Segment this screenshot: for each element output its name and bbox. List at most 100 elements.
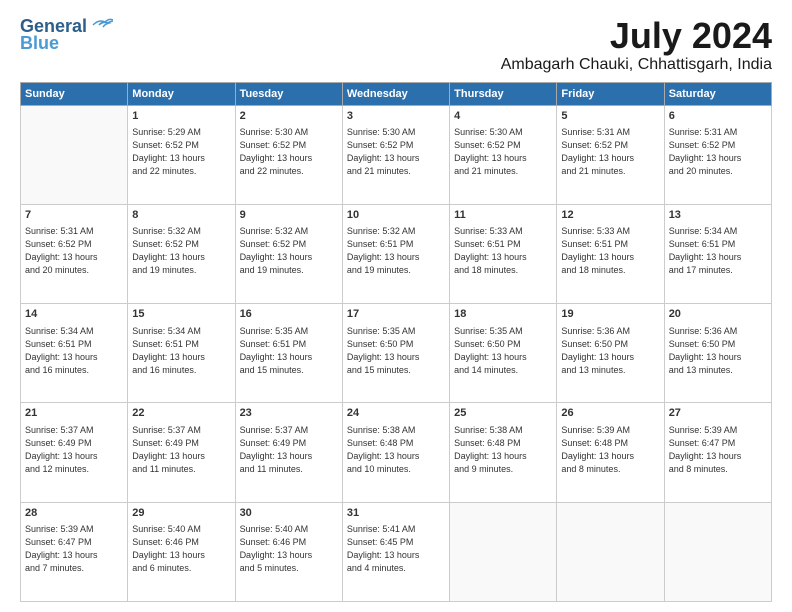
day-header-tuesday: Tuesday bbox=[235, 82, 342, 105]
day-number: 8 bbox=[132, 208, 230, 223]
day-number: 7 bbox=[25, 208, 123, 223]
calendar-cell: 2 Sunrise: 5:30 AM Sunset: 6:52 PM Daylig… bbox=[235, 105, 342, 204]
calendar-cell: 19Sunrise: 5:36 AM Sunset: 6:50 PM Dayli… bbox=[557, 304, 664, 403]
day-info: Sunrise: 5:34 AM Sunset: 6:51 PM Dayligh… bbox=[669, 225, 767, 277]
calendar-cell bbox=[21, 105, 128, 204]
calendar-cell bbox=[557, 502, 664, 601]
calendar-cell: 24 Sunrise: 5:38 AM Sunset: 6:48 PM Dayli… bbox=[342, 403, 449, 502]
day-info: Sunrise: 5:36 AM Sunset: 6:50 PM Dayligh… bbox=[561, 325, 659, 377]
day-number: 28 bbox=[25, 506, 123, 521]
calendar-cell: 12 Sunrise: 5:33 AM Sunset: 6:51 PM Dayli… bbox=[557, 204, 664, 303]
calendar-cell: 11Sunrise: 5:33 AM Sunset: 6:51 PM Dayli… bbox=[450, 204, 557, 303]
day-number: 27 bbox=[669, 406, 767, 421]
day-info: Sunrise: 5:32 AM Sunset: 6:51 PM Dayligh… bbox=[347, 225, 445, 277]
day-info: Sunrise: 5:36 AM Sunset: 6:50 PM Dayligh… bbox=[669, 325, 767, 377]
day-header-wednesday: Wednesday bbox=[342, 82, 449, 105]
day-info: Sunrise: 5:31 AM Sunset: 6:52 PM Dayligh… bbox=[669, 126, 767, 178]
calendar-cell: 27Sunrise: 5:39 AM Sunset: 6:47 PM Dayli… bbox=[664, 403, 771, 502]
day-info: Sunrise: 5:39 AM Sunset: 6:47 PM Dayligh… bbox=[25, 523, 123, 575]
day-number: 10 bbox=[347, 208, 445, 223]
calendar-cell bbox=[664, 502, 771, 601]
day-number: 13 bbox=[669, 208, 767, 223]
day-number: 11 bbox=[454, 208, 552, 223]
day-header-monday: Monday bbox=[128, 82, 235, 105]
calendar-cell: 23 Sunrise: 5:37 AM Sunset: 6:49 PM Dayli… bbox=[235, 403, 342, 502]
calendar-cell bbox=[450, 502, 557, 601]
calendar-cell: 6Sunrise: 5:31 AM Sunset: 6:52 PM Daylig… bbox=[664, 105, 771, 204]
day-info: Sunrise: 5:40 AM Sunset: 6:46 PM Dayligh… bbox=[240, 523, 338, 575]
day-info: Sunrise: 5:41 AM Sunset: 6:45 PM Dayligh… bbox=[347, 523, 445, 575]
calendar-cell: 14 Sunrise: 5:34 AM Sunset: 6:51 PM Dayli… bbox=[21, 304, 128, 403]
week-row-5: 28 Sunrise: 5:39 AM Sunset: 6:47 PM Dayli… bbox=[21, 502, 772, 601]
calendar-cell: 15Sunrise: 5:34 AM Sunset: 6:51 PM Dayli… bbox=[128, 304, 235, 403]
day-info: Sunrise: 5:30 AM Sunset: 6:52 PM Dayligh… bbox=[347, 126, 445, 178]
day-header-friday: Friday bbox=[557, 82, 664, 105]
day-number: 4 bbox=[454, 109, 552, 124]
calendar-cell: 20 Sunrise: 5:36 AM Sunset: 6:50 PM Dayli… bbox=[664, 304, 771, 403]
day-number: 29 bbox=[132, 506, 230, 521]
day-info: Sunrise: 5:30 AM Sunset: 6:52 PM Dayligh… bbox=[454, 126, 552, 178]
calendar-page: General Blue July 2024 Ambagarh Chauki, … bbox=[0, 0, 792, 612]
week-row-1: 1Sunrise: 5:29 AM Sunset: 6:52 PM Daylig… bbox=[21, 105, 772, 204]
day-number: 30 bbox=[240, 506, 338, 521]
day-header-thursday: Thursday bbox=[450, 82, 557, 105]
day-info: Sunrise: 5:34 AM Sunset: 6:51 PM Dayligh… bbox=[25, 325, 123, 377]
day-header-saturday: Saturday bbox=[664, 82, 771, 105]
day-number: 18 bbox=[454, 307, 552, 322]
day-info: Sunrise: 5:38 AM Sunset: 6:48 PM Dayligh… bbox=[347, 424, 445, 476]
day-info: Sunrise: 5:32 AM Sunset: 6:52 PM Dayligh… bbox=[240, 225, 338, 277]
day-info: Sunrise: 5:35 AM Sunset: 6:50 PM Dayligh… bbox=[347, 325, 445, 377]
day-number: 14 bbox=[25, 307, 123, 322]
day-number: 21 bbox=[25, 406, 123, 421]
day-number: 24 bbox=[347, 406, 445, 421]
title-block: July 2024 Ambagarh Chauki, Chhattisgarh,… bbox=[501, 16, 772, 74]
logo: General Blue bbox=[20, 16, 113, 54]
calendar-cell: 21 Sunrise: 5:37 AM Sunset: 6:49 PM Dayli… bbox=[21, 403, 128, 502]
day-info: Sunrise: 5:31 AM Sunset: 6:52 PM Dayligh… bbox=[25, 225, 123, 277]
calendar-cell: 5 Sunrise: 5:31 AM Sunset: 6:52 PM Daylig… bbox=[557, 105, 664, 204]
day-info: Sunrise: 5:33 AM Sunset: 6:51 PM Dayligh… bbox=[561, 225, 659, 277]
day-info: Sunrise: 5:38 AM Sunset: 6:48 PM Dayligh… bbox=[454, 424, 552, 476]
day-number: 3 bbox=[347, 109, 445, 124]
calendar-cell: 10 Sunrise: 5:32 AM Sunset: 6:51 PM Dayli… bbox=[342, 204, 449, 303]
calendar-cell: 16 Sunrise: 5:35 AM Sunset: 6:51 PM Dayli… bbox=[235, 304, 342, 403]
day-number: 16 bbox=[240, 307, 338, 322]
day-number: 25 bbox=[454, 406, 552, 421]
calendar-cell: 13 Sunrise: 5:34 AM Sunset: 6:51 PM Dayli… bbox=[664, 204, 771, 303]
calendar-cell: 29 Sunrise: 5:40 AM Sunset: 6:46 PM Dayli… bbox=[128, 502, 235, 601]
logo-bird-icon bbox=[91, 17, 113, 33]
day-info: Sunrise: 5:37 AM Sunset: 6:49 PM Dayligh… bbox=[132, 424, 230, 476]
calendar-cell: 31 Sunrise: 5:41 AM Sunset: 6:45 PM Dayli… bbox=[342, 502, 449, 601]
header: General Blue July 2024 Ambagarh Chauki, … bbox=[20, 16, 772, 74]
day-info: Sunrise: 5:32 AM Sunset: 6:52 PM Dayligh… bbox=[132, 225, 230, 277]
day-info: Sunrise: 5:29 AM Sunset: 6:52 PM Dayligh… bbox=[132, 126, 230, 178]
day-number: 23 bbox=[240, 406, 338, 421]
day-number: 5 bbox=[561, 109, 659, 124]
day-number: 20 bbox=[669, 307, 767, 322]
day-info: Sunrise: 5:30 AM Sunset: 6:52 PM Dayligh… bbox=[240, 126, 338, 178]
calendar-cell: 4 Sunrise: 5:30 AM Sunset: 6:52 PM Daylig… bbox=[450, 105, 557, 204]
week-row-2: 7 Sunrise: 5:31 AM Sunset: 6:52 PM Daylig… bbox=[21, 204, 772, 303]
day-info: Sunrise: 5:39 AM Sunset: 6:48 PM Dayligh… bbox=[561, 424, 659, 476]
week-row-4: 21 Sunrise: 5:37 AM Sunset: 6:49 PM Dayli… bbox=[21, 403, 772, 502]
day-number: 31 bbox=[347, 506, 445, 521]
calendar-cell: 25 Sunrise: 5:38 AM Sunset: 6:48 PM Dayli… bbox=[450, 403, 557, 502]
day-info: Sunrise: 5:35 AM Sunset: 6:51 PM Dayligh… bbox=[240, 325, 338, 377]
day-number: 2 bbox=[240, 109, 338, 124]
day-info: Sunrise: 5:37 AM Sunset: 6:49 PM Dayligh… bbox=[240, 424, 338, 476]
day-info: Sunrise: 5:37 AM Sunset: 6:49 PM Dayligh… bbox=[25, 424, 123, 476]
day-number: 22 bbox=[132, 406, 230, 421]
day-info: Sunrise: 5:40 AM Sunset: 6:46 PM Dayligh… bbox=[132, 523, 230, 575]
location-title: Ambagarh Chauki, Chhattisgarh, India bbox=[501, 56, 772, 74]
day-number: 9 bbox=[240, 208, 338, 223]
calendar-cell: 26Sunrise: 5:39 AM Sunset: 6:48 PM Dayli… bbox=[557, 403, 664, 502]
day-info: Sunrise: 5:31 AM Sunset: 6:52 PM Dayligh… bbox=[561, 126, 659, 178]
calendar-cell: 28 Sunrise: 5:39 AM Sunset: 6:47 PM Dayli… bbox=[21, 502, 128, 601]
calendar-cell: 3 Sunrise: 5:30 AM Sunset: 6:52 PM Daylig… bbox=[342, 105, 449, 204]
day-header-sunday: Sunday bbox=[21, 82, 128, 105]
calendar-cell: 30 Sunrise: 5:40 AM Sunset: 6:46 PM Dayli… bbox=[235, 502, 342, 601]
day-info: Sunrise: 5:35 AM Sunset: 6:50 PM Dayligh… bbox=[454, 325, 552, 377]
day-number: 17 bbox=[347, 307, 445, 322]
day-number: 12 bbox=[561, 208, 659, 223]
logo-blue: Blue bbox=[20, 33, 59, 54]
